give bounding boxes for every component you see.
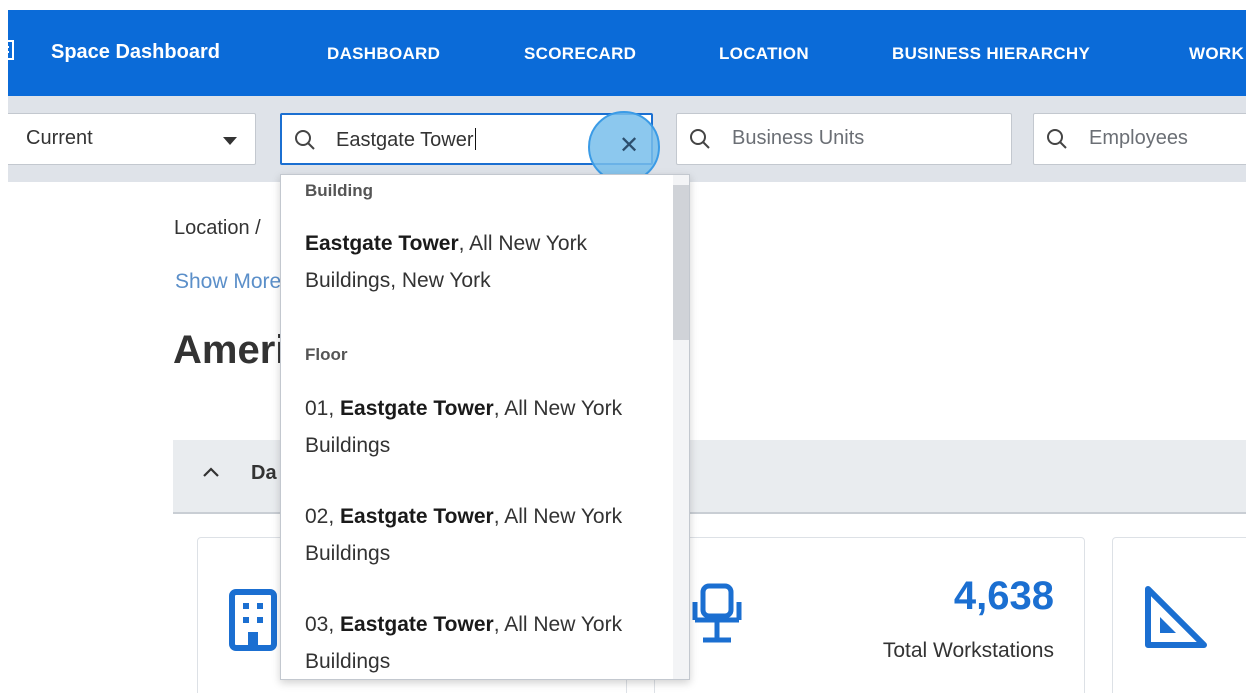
- total-workstations-value: 4,638: [953, 574, 1054, 618]
- workstations-card: 4,638 Total Workstations: [654, 537, 1085, 693]
- nav-dashboard[interactable]: DASHBOARD: [327, 44, 440, 64]
- dropdown-caret-icon[interactable]: [223, 137, 237, 145]
- search-icon: [295, 130, 315, 150]
- location-search-value: Eastgate Tower: [336, 129, 474, 151]
- nav-work[interactable]: WORK: [1189, 44, 1244, 64]
- result-item[interactable]: 03, Eastgate Tower, All New York Buildin…: [305, 606, 650, 679]
- building-icon: [229, 589, 277, 651]
- search-results-dropdown: Building Eastgate Tower, All New York Bu…: [280, 174, 690, 680]
- building-app-icon: [8, 40, 14, 60]
- search-icon: [1047, 129, 1067, 149]
- nav-location[interactable]: LOCATION: [719, 44, 809, 64]
- clear-search-button[interactable]: ✕: [619, 134, 639, 158]
- area-card: [1112, 537, 1246, 693]
- group-label-building: Building: [305, 181, 373, 200]
- business-units-search-input[interactable]: Business Units: [676, 113, 1012, 165]
- app-title[interactable]: Space Dashboard: [51, 41, 220, 64]
- breadcrumb[interactable]: Location /: [174, 217, 261, 240]
- chevron-up-icon[interactable]: [201, 462, 221, 482]
- business-units-placeholder: Business Units: [732, 127, 865, 149]
- section-label: Da: [251, 462, 277, 484]
- top-nav: Space Dashboard DASHBOARD SCORECARD LOCA…: [8, 10, 1246, 96]
- result-item[interactable]: 01, Eastgate Tower, All New York Buildin…: [305, 390, 650, 464]
- employees-placeholder: Employees: [1089, 127, 1188, 149]
- scrollbar-track[interactable]: [673, 175, 689, 679]
- search-icon: [690, 129, 710, 149]
- text-cursor: [474, 128, 476, 150]
- result-item[interactable]: 02, Eastgate Tower, All New York Buildin…: [305, 498, 650, 572]
- employees-search-input[interactable]: Employees: [1033, 113, 1246, 165]
- period-value: Current: [26, 127, 93, 149]
- nav-scorecard[interactable]: SCORECARD: [524, 44, 636, 64]
- set-square-icon: [1145, 586, 1207, 648]
- nav-business-hierarchy[interactable]: BUSINESS HIERARCHY: [892, 44, 1090, 64]
- total-workstations-label: Total Workstations: [882, 639, 1054, 662]
- show-more-link[interactable]: Show More: [175, 270, 281, 294]
- scrollbar-thumb[interactable]: [673, 185, 689, 340]
- chair-icon: [692, 583, 742, 643]
- result-item[interactable]: Eastgate Tower, All New York Buildings, …: [305, 225, 650, 299]
- app-frame: Space Dashboard DASHBOARD SCORECARD LOCA…: [8, 10, 1246, 693]
- page-title: Ameri: [173, 328, 287, 372]
- group-label-floor: Floor: [305, 345, 348, 364]
- period-select[interactable]: Current: [8, 113, 256, 165]
